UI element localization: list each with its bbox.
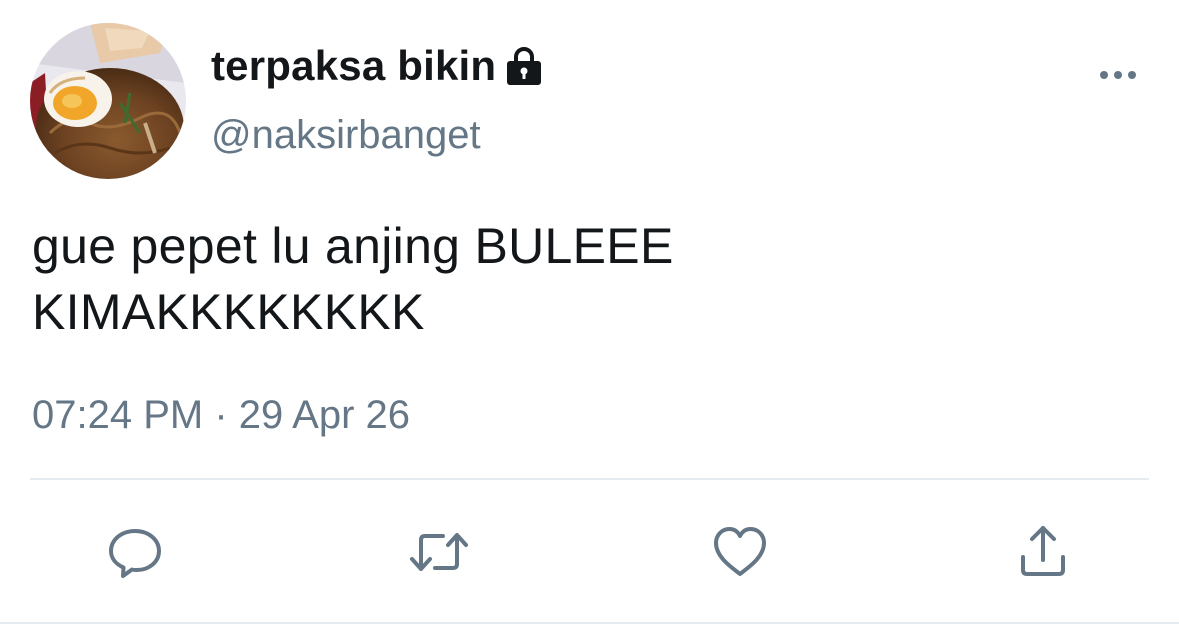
tweet-card: terpaksa bikin @naksirbanget gue pepet l… [0, 0, 1179, 642]
lock-icon [504, 45, 544, 87]
reply-button[interactable] [103, 520, 167, 584]
speech-bubble-icon [109, 529, 161, 578]
food-photo-avatar-icon [30, 23, 186, 179]
more-options-button[interactable] [1096, 62, 1140, 88]
avatar[interactable] [30, 23, 186, 179]
display-name[interactable]: terpaksa bikin [211, 42, 496, 90]
share-upload-icon [1021, 526, 1065, 576]
like-button[interactable] [708, 520, 772, 584]
share-button[interactable] [1011, 520, 1075, 584]
retweet-icon [410, 533, 468, 571]
tweet-timestamp[interactable]: 07:24 PM · 29 Apr 26 [32, 393, 410, 438]
more-dots-icon [1100, 71, 1136, 79]
bottom-divider [0, 622, 1179, 624]
retweet-button[interactable] [407, 520, 471, 584]
heart-icon [714, 527, 766, 576]
tweet-text: gue pepet lu anjing BULEEE KIMAKKKKKKKK [32, 218, 674, 340]
user-handle[interactable]: @naksirbanget [211, 113, 481, 158]
divider [30, 478, 1149, 480]
display-name-row: terpaksa bikin [211, 40, 544, 92]
